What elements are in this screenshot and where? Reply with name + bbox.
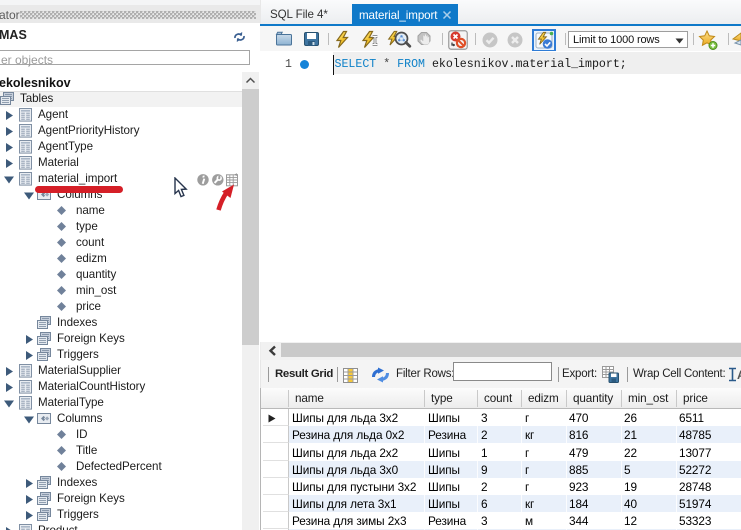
svg-text:A: A [737, 368, 741, 382]
